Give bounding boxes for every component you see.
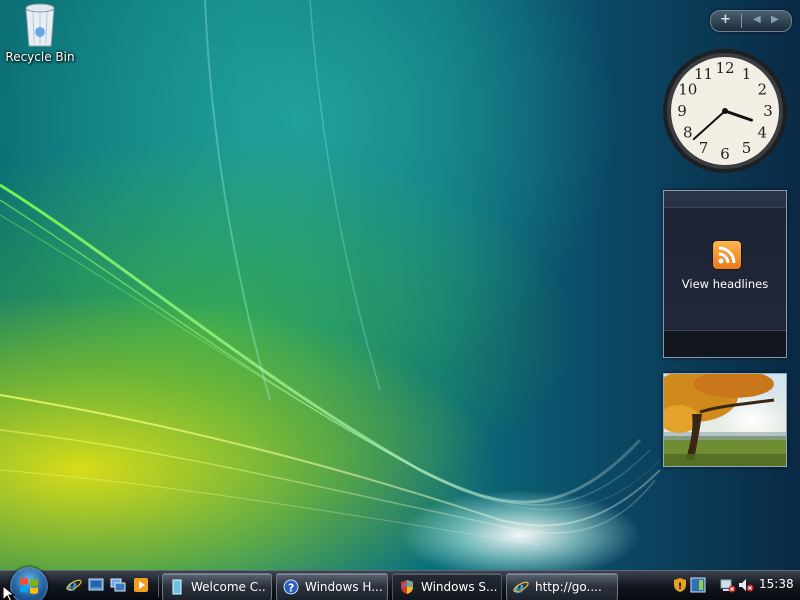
security-alert-icon[interactable]: ! (672, 577, 688, 593)
clock-gadget[interactable]: 12 1 2 3 4 5 6 7 8 9 10 11 (662, 48, 788, 174)
taskbar-button-windows-help[interactable]: ? Windows H... (276, 573, 388, 600)
autumn-tree-photo (664, 374, 786, 466)
feed-top-bar (664, 191, 786, 208)
sidebar-controls-divider (741, 14, 742, 28)
clock-face: 12 12 3 45678 9 1011 (663, 49, 787, 173)
desktop-icon-recycle-bin[interactable]: Recycle Bin (4, 2, 76, 64)
clock-number: 4 (757, 124, 767, 142)
welcome-center-icon (172, 579, 182, 595)
feed-headlines-gadget[interactable]: View headlines (663, 190, 787, 358)
task-label: Windows S... (421, 580, 497, 594)
prev-page-icon[interactable]: ◀ (753, 14, 761, 25)
taskbar-button-welcome-center[interactable]: Welcome C... (162, 573, 272, 600)
svg-text:!: ! (678, 582, 682, 592)
switch-windows-icon[interactable] (110, 577, 126, 593)
help-icon: ? (283, 579, 299, 595)
svg-text:?: ? (288, 582, 294, 595)
clock-number: 9 (677, 102, 687, 120)
system-clock[interactable]: 15:38 (759, 577, 794, 591)
rss-icon (713, 241, 741, 269)
quick-launch-divider (158, 575, 159, 597)
taskbar-button-windows-security[interactable]: Windows S... (392, 573, 502, 600)
feed-bottom-bar (664, 330, 786, 357)
windows-logo-icon (20, 578, 38, 594)
media-player-icon[interactable] (133, 577, 149, 593)
taskbar-button-internet-explorer[interactable]: e http://go.... (506, 573, 618, 600)
volume-muted-icon[interactable] (738, 577, 754, 593)
sidebar-tray-icon[interactable] (690, 577, 706, 593)
clock-number: 6 (720, 145, 730, 163)
clock-number: 8 (683, 124, 693, 142)
internet-explorer-icon: e (513, 579, 529, 595)
internet-explorer-icon[interactable]: e (66, 577, 82, 593)
next-page-icon[interactable]: ▶ (771, 14, 779, 25)
show-desktop-icon[interactable] (88, 577, 104, 593)
start-button[interactable] (10, 567, 48, 600)
sidebar-controls: + ◀ ▶ (710, 10, 792, 32)
clock-number: 1 (742, 65, 752, 83)
recycle-bin-icon (25, 3, 55, 47)
recycle-bin-label: Recycle Bin (5, 50, 75, 64)
task-label: http://go.... (535, 580, 602, 594)
taskbar: e Welcome C... ? Windows H... Windows S.… (0, 567, 800, 600)
network-disconnected-icon[interactable] (720, 577, 736, 593)
security-shield-icon (401, 580, 413, 594)
desktop-wallpaper: Recycle Bin + ◀ ▶ 12 1 2 3 4 5 6 7 8 9 10 11 View h… (0, 0, 800, 570)
clock-number: 2 (757, 81, 767, 99)
clock-number: 5 (742, 139, 752, 157)
clock-number: 12 (715, 59, 734, 77)
clock-number: 11 (694, 65, 713, 83)
task-label: Windows H... (305, 580, 383, 594)
clock-number: 3 (763, 102, 773, 120)
clock-number: 7 (699, 139, 709, 157)
clock-number: 10 (678, 81, 697, 99)
add-gadget-icon[interactable]: + (720, 12, 731, 27)
mouse-cursor-icon (3, 586, 15, 600)
view-headlines-link[interactable]: View headlines (664, 277, 786, 291)
slideshow-gadget[interactable] (663, 373, 787, 467)
task-label: Welcome C... (191, 580, 267, 594)
